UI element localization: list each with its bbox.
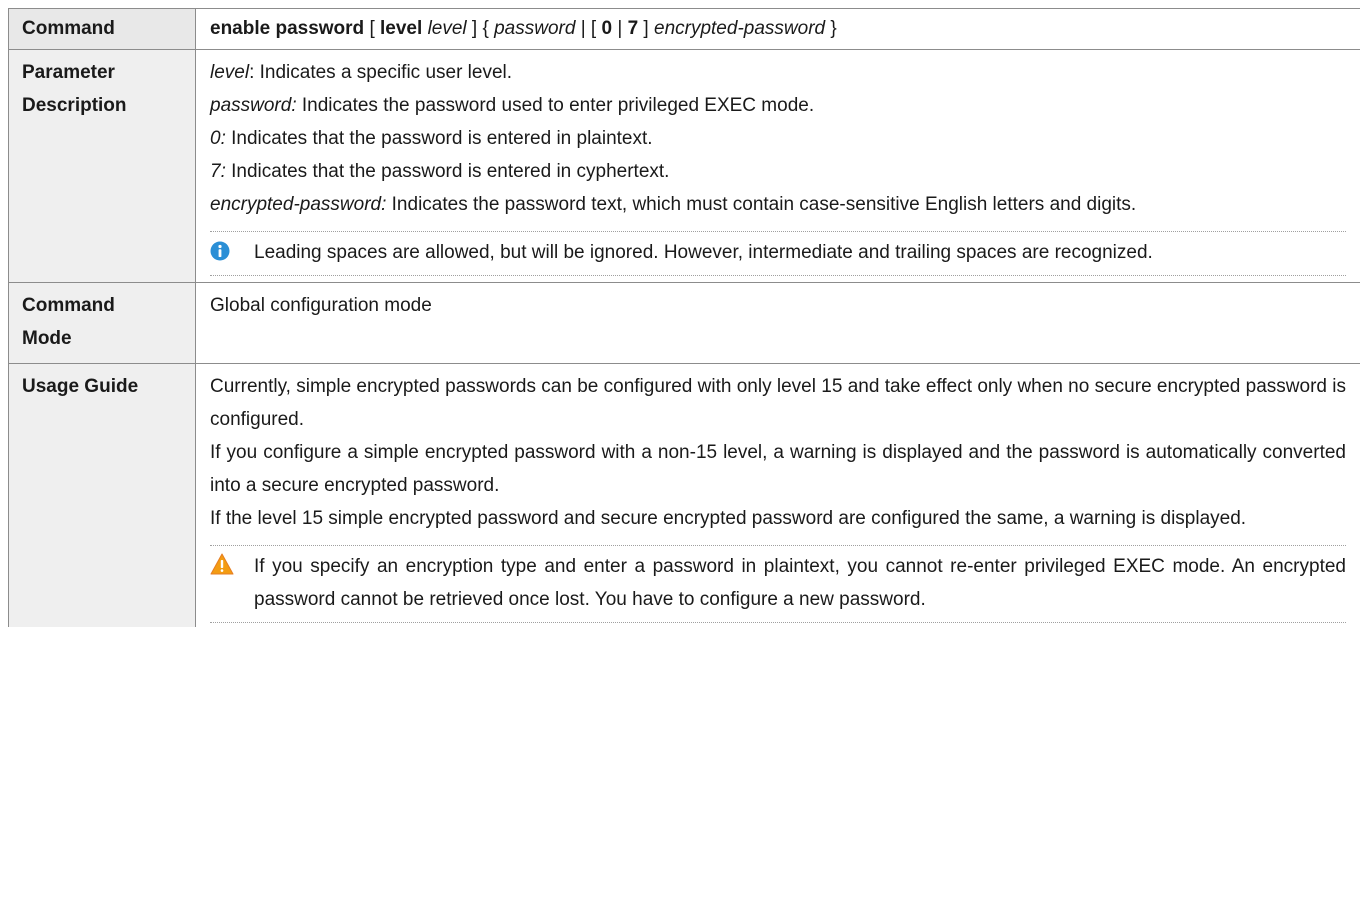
param-term: 0:	[210, 128, 226, 149]
param-desc: Indicates a specific user level.	[254, 62, 513, 83]
usage-guide-content: Currently, simple encrypted passwords ca…	[196, 364, 1360, 627]
param-desc: Indicates the password text, which must …	[386, 194, 1137, 215]
syntax-keyword: 7	[627, 18, 639, 39]
syntax-keyword: level	[380, 18, 423, 39]
warning-note: If you specify an encryption type and en…	[210, 545, 1346, 623]
info-icon	[210, 232, 254, 275]
param-term: password:	[210, 95, 297, 116]
param-item: level: Indicates a specific user level.	[210, 56, 1346, 89]
syntax-text: }	[825, 18, 837, 39]
syntax-keyword: 0	[601, 18, 613, 39]
usage-paragraph: If you configure a simple encrypted pass…	[210, 442, 1346, 496]
label-usage-guide: Usage Guide	[8, 364, 196, 627]
label-line: Mode	[22, 328, 72, 349]
param-item: encrypted-password: Indicates the passwo…	[210, 188, 1346, 221]
syntax-argument: password	[494, 18, 576, 39]
label-command-mode: Command Mode	[8, 283, 196, 363]
syntax-argument: level	[427, 18, 467, 39]
syntax-text: |	[612, 18, 628, 39]
command-reference-table: Command enable password [ level level ] …	[8, 8, 1360, 627]
param-term: encrypted-password:	[210, 194, 387, 215]
label-command: Command	[8, 9, 196, 49]
warning-icon	[210, 546, 254, 622]
param-desc: Indicates that the password is entered i…	[225, 128, 653, 149]
syntax-text: ] {	[466, 18, 495, 39]
row-command-mode: Command Mode Global configuration mode	[8, 283, 1360, 364]
label-parameter-description: Parameter Description	[8, 50, 196, 282]
param-desc: Indicates the password used to enter pri…	[296, 95, 815, 116]
label-line: Description	[22, 95, 127, 116]
row-parameter-description: Parameter Description level: Indicates a…	[8, 50, 1360, 283]
syntax-argument: encrypted-password	[654, 18, 826, 39]
syntax-text: [	[364, 18, 381, 39]
syntax-keyword: enable password	[210, 18, 365, 39]
row-usage-guide: Usage Guide Currently, simple encrypted …	[8, 364, 1360, 627]
param-term: 7:	[210, 161, 226, 182]
usage-paragraph: If the level 15 simple encrypted passwor…	[210, 508, 1247, 529]
command-syntax: enable password [ level level ] { passwo…	[196, 9, 1360, 49]
param-item: 0: Indicates that the password is entere…	[210, 122, 1346, 155]
command-mode-value: Global configuration mode	[210, 295, 432, 316]
syntax-text: ]	[638, 18, 654, 39]
parameter-list: level: Indicates a specific user level. …	[196, 50, 1360, 282]
param-term: level	[210, 62, 250, 83]
usage-paragraph: Currently, simple encrypted passwords ca…	[210, 376, 1346, 430]
syntax-text: | [	[575, 18, 602, 39]
label-line: Command	[22, 295, 115, 316]
info-note-text: Leading spaces are allowed, but will be …	[254, 242, 1153, 263]
info-note: Leading spaces are allowed, but will be …	[210, 231, 1346, 276]
param-desc: Indicates that the password is entered i…	[225, 161, 670, 182]
warning-note-text: If you specify an encryption type and en…	[254, 556, 1346, 610]
label-line: Parameter	[22, 62, 115, 83]
param-item: 7: Indicates that the password is entere…	[210, 155, 1346, 188]
row-command: Command enable password [ level level ] …	[8, 8, 1360, 50]
param-item: password: Indicates the password used to…	[210, 89, 1346, 122]
